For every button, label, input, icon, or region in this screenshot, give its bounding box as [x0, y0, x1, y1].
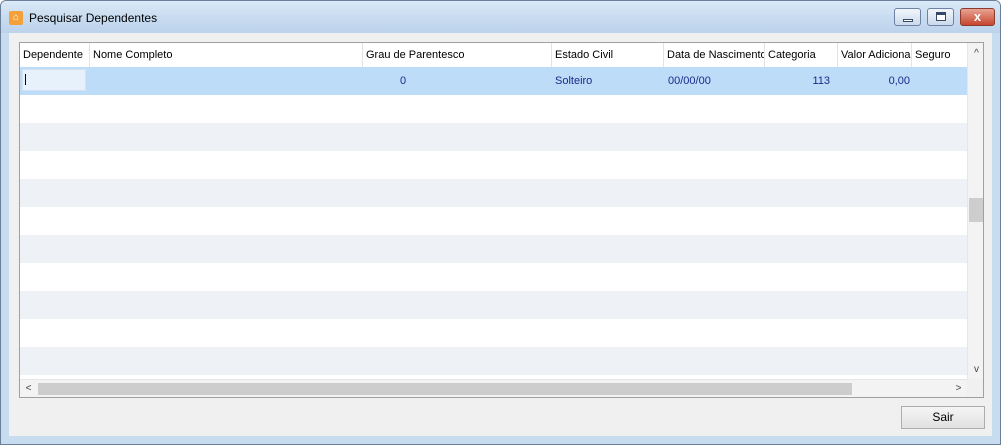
- grid-header: Dependente Nome Completo Grau de Parente…: [20, 43, 967, 68]
- dialog-body: Dependente Nome Completo Grau de Parente…: [9, 33, 992, 436]
- empty-row: [20, 151, 967, 179]
- column-header-valor-adicional[interactable]: Valor Adicional: [838, 43, 912, 67]
- cell-valor-adicional[interactable]: 0,00: [840, 67, 910, 95]
- cell-seguro[interactable]: [915, 67, 965, 95]
- scroll-up-icon[interactable]: ^: [968, 45, 983, 62]
- table-row[interactable]: 0 Solteiro 00/00/00 113 0,00: [20, 67, 967, 95]
- empty-row: [20, 347, 967, 375]
- empty-row: [20, 263, 967, 291]
- cell-estado-civil[interactable]: Solteiro: [555, 67, 655, 95]
- scroll-left-icon[interactable]: <: [20, 380, 37, 397]
- column-header-grau-parentesco[interactable]: Grau de Parentesco: [363, 43, 552, 67]
- scroll-down-icon[interactable]: v: [968, 361, 983, 378]
- vertical-scroll-thumb[interactable]: [969, 198, 983, 222]
- dependents-grid[interactable]: Dependente Nome Completo Grau de Parente…: [19, 42, 984, 398]
- column-header-seguro[interactable]: Seguro: [912, 43, 967, 67]
- column-header-nome-completo[interactable]: Nome Completo: [90, 43, 363, 67]
- app-window: ⌂ Pesquisar Dependentes x Dependente Nom…: [0, 0, 1001, 445]
- text-caret: [25, 74, 26, 85]
- column-header-categoria[interactable]: Categoria: [765, 43, 838, 67]
- cell-categoria[interactable]: 113: [768, 67, 830, 95]
- empty-row: [20, 95, 967, 123]
- column-header-dependente[interactable]: Dependente: [20, 43, 90, 67]
- title-bar[interactable]: ⌂ Pesquisar Dependentes x: [1, 1, 1000, 33]
- close-icon: x: [973, 9, 982, 24]
- horizontal-scrollbar[interactable]: < >: [20, 379, 967, 397]
- scroll-right-icon[interactable]: >: [950, 380, 967, 397]
- scrollbar-corner: [967, 379, 983, 397]
- maximize-button[interactable]: [927, 8, 954, 26]
- empty-row: [20, 123, 967, 151]
- minimize-icon: [903, 19, 913, 22]
- minimize-button[interactable]: [894, 8, 921, 26]
- empty-row: [20, 207, 967, 235]
- cell-nome-completo[interactable]: [92, 67, 362, 95]
- empty-row: [20, 235, 967, 263]
- dependente-cell-editor[interactable]: [22, 69, 86, 91]
- empty-row: [20, 291, 967, 319]
- app-home-icon: ⌂: [9, 11, 23, 25]
- column-header-estado-civil[interactable]: Estado Civil: [552, 43, 664, 67]
- empty-row: [20, 179, 967, 207]
- close-button[interactable]: x: [960, 8, 995, 26]
- horizontal-scroll-thumb[interactable]: [38, 383, 852, 395]
- window-title: Pesquisar Dependentes: [29, 11, 158, 25]
- cell-data-nascimento[interactable]: 00/00/00: [668, 67, 758, 95]
- empty-row: [20, 319, 967, 347]
- grid-rows: 0 Solteiro 00/00/00 113 0,00: [20, 67, 967, 375]
- column-header-data-nascimento[interactable]: Data de Nascimento: [664, 43, 765, 67]
- maximize-icon: [936, 12, 946, 21]
- vertical-scrollbar[interactable]: ^ v: [967, 43, 983, 379]
- cell-grau-parentesco[interactable]: 0: [400, 67, 408, 95]
- sair-button[interactable]: Sair: [901, 406, 985, 429]
